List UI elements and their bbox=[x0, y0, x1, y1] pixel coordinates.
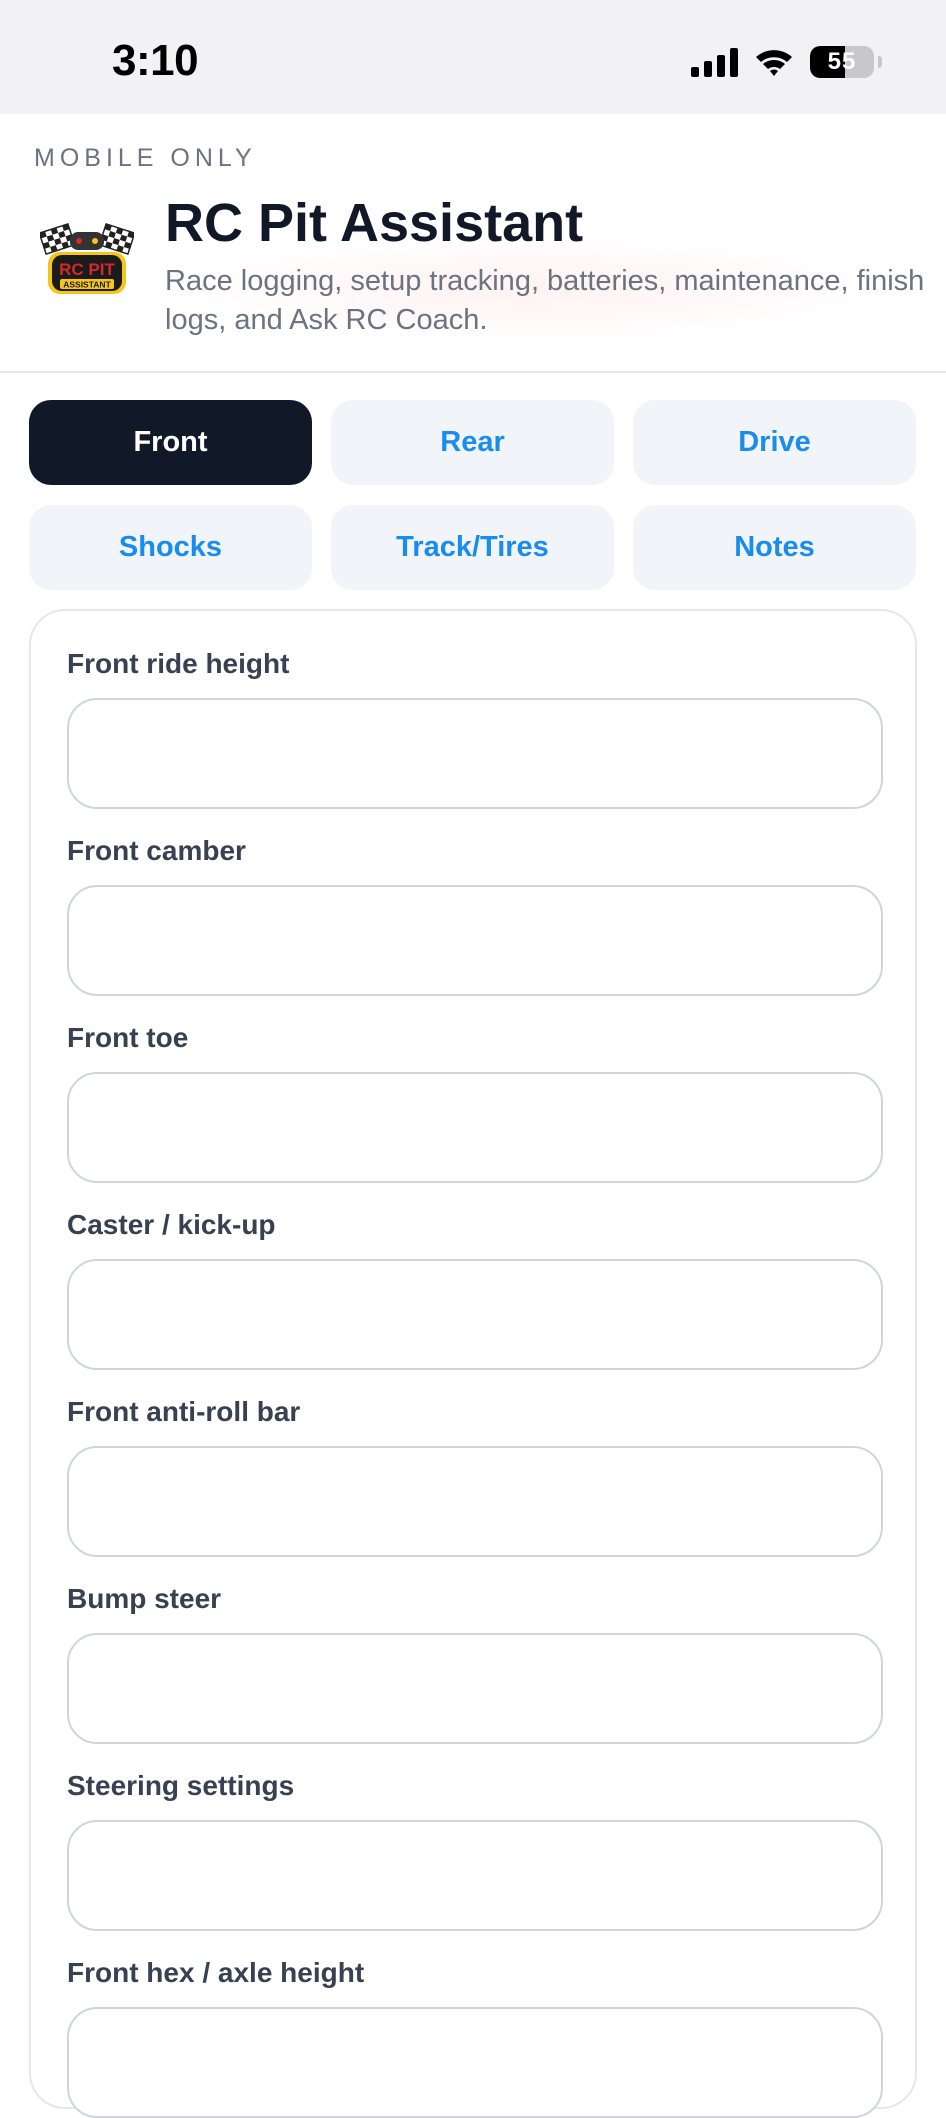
field-label: Caster / kick-up bbox=[67, 1209, 276, 1240]
mobile-only-label: MOBILE ONLY bbox=[34, 144, 257, 172]
logo-text-top: RC PIT bbox=[59, 260, 115, 279]
bump-steer-input[interactable] bbox=[67, 1633, 883, 1744]
wifi-icon bbox=[754, 47, 794, 77]
field-label: Front anti-roll bar bbox=[67, 1396, 301, 1427]
field-label: Bump steer bbox=[67, 1583, 222, 1614]
front-hex-axle-height-input[interactable] bbox=[67, 2007, 883, 2118]
app-subtitle: Race logging, setup tracking, batteries,… bbox=[165, 265, 925, 336]
status-time: 3:10 bbox=[112, 36, 199, 85]
field-label: Front ride height bbox=[67, 648, 290, 679]
checkered-flag-right-icon bbox=[98, 222, 136, 256]
logo-text-bottom: ASSISTANT bbox=[63, 280, 111, 290]
tab-front[interactable]: Front bbox=[29, 400, 312, 485]
field-front-ride-height: Front ride height bbox=[67, 648, 883, 809]
tab-track-tires[interactable]: Track/Tires bbox=[331, 505, 614, 590]
signal-icon bbox=[691, 47, 738, 77]
battery-icon: 55 bbox=[810, 46, 874, 78]
front-camber-input[interactable] bbox=[67, 885, 883, 996]
caster-kick-up-input[interactable] bbox=[67, 1259, 883, 1370]
field-label: Steering settings bbox=[67, 1770, 295, 1801]
status-icons: 55 bbox=[691, 44, 882, 80]
front-setup-form: Front ride height Front camber Front toe… bbox=[29, 609, 917, 2118]
field-bump-steer: Bump steer bbox=[67, 1583, 883, 1744]
battery-cap bbox=[878, 56, 882, 68]
battery-level: 55 bbox=[827, 48, 857, 75]
front-ride-height-input[interactable] bbox=[67, 698, 883, 809]
field-front-camber: Front camber bbox=[67, 835, 883, 996]
checkered-flag-left-icon bbox=[38, 222, 76, 256]
field-front-hex-axle-height: Front hex / axle height bbox=[67, 1957, 883, 2118]
field-caster-kick-up: Caster / kick-up bbox=[67, 1209, 883, 1370]
field-label: Front hex / axle height bbox=[67, 1957, 365, 1988]
app-header: MOBILE ONLY RC PIT ASSISTANT RC Pit Assi… bbox=[0, 114, 946, 373]
app-title: RC Pit Assistant bbox=[165, 193, 584, 253]
tab-shocks[interactable]: Shocks bbox=[29, 505, 312, 590]
field-label: Front toe bbox=[67, 1022, 189, 1053]
tab-notes[interactable]: Notes bbox=[633, 505, 916, 590]
tab-rear[interactable]: Rear bbox=[331, 400, 614, 485]
front-anti-roll-bar-input[interactable] bbox=[67, 1446, 883, 1557]
app-logo: RC PIT ASSISTANT bbox=[38, 222, 136, 302]
front-toe-input[interactable] bbox=[67, 1072, 883, 1183]
field-front-toe: Front toe bbox=[67, 1022, 883, 1183]
field-label: Front camber bbox=[67, 835, 246, 866]
steering-settings-input[interactable] bbox=[67, 1820, 883, 1931]
status-bar: 3:10 55 bbox=[0, 0, 946, 114]
field-front-anti-roll-bar: Front anti-roll bar bbox=[67, 1396, 883, 1557]
field-steering-settings: Steering settings bbox=[67, 1770, 883, 1931]
tab-drive[interactable]: Drive bbox=[633, 400, 916, 485]
setup-section-tabs: Front Rear Drive Shocks Track/Tires Note… bbox=[29, 400, 917, 590]
